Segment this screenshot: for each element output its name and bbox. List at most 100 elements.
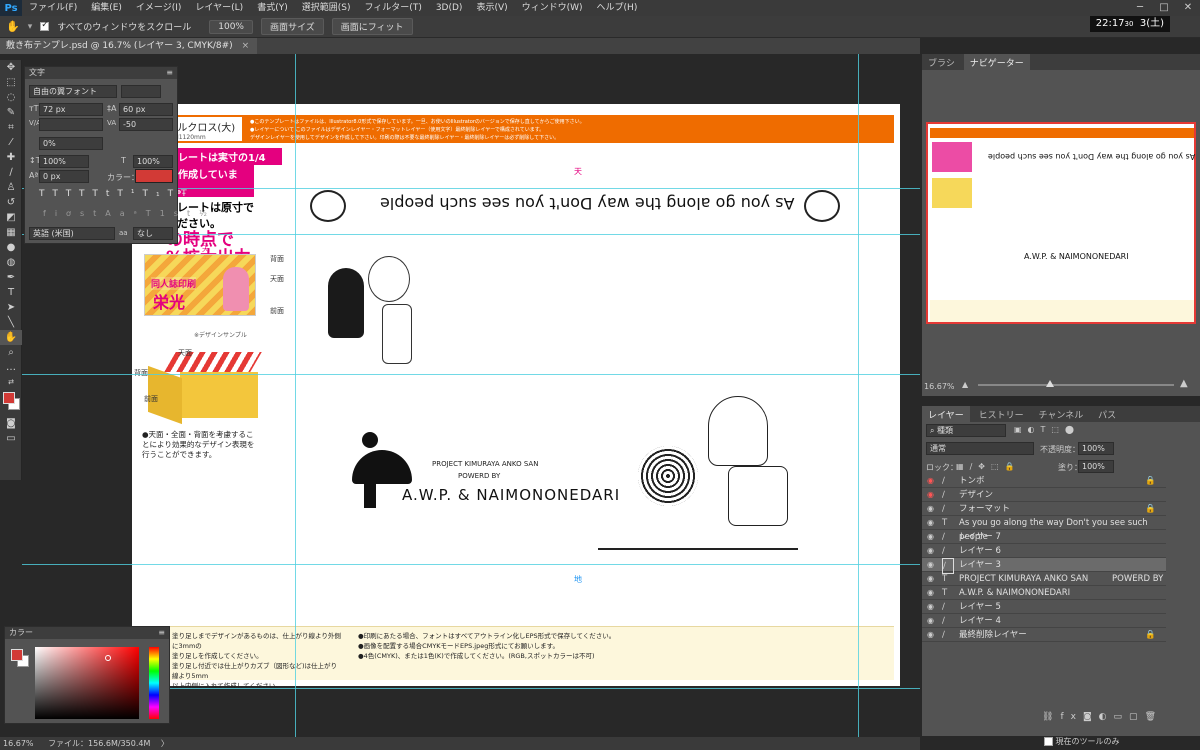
screen-size-button[interactable]: 画面サイズ (260, 18, 324, 35)
tab-layers[interactable]: レイヤー (922, 406, 970, 423)
foreground-color-swatch[interactable] (3, 392, 15, 404)
link-layers-icon[interactable]: ⛓ (1042, 712, 1060, 722)
minimize-icon[interactable]: ─ (1128, 0, 1152, 16)
menu-type[interactable]: 書式(Y) (250, 0, 295, 16)
menu-edit[interactable]: 編集(E) (84, 0, 129, 16)
pen-tool-icon[interactable]: ✒ (0, 270, 22, 285)
vertical-scale-input[interactable]: 100% (39, 155, 89, 168)
kerning-input[interactable] (39, 118, 103, 131)
layer-mask-icon[interactable]: ◙ (1083, 712, 1099, 722)
ornament-icon[interactable]: 1st (160, 209, 199, 218)
move-tool-icon[interactable]: ✥ (0, 60, 22, 75)
menu-file[interactable]: ファイル(F) (22, 0, 84, 16)
photoshop-logo[interactable]: Ps (0, 0, 22, 16)
layer-row[interactable]: ◉ ∕ レイヤー 5 (922, 600, 1166, 614)
visibility-eye-icon[interactable]: ◉ (927, 488, 939, 502)
layer-row-selected[interactable]: ◉ ∕ レイヤー 3 (922, 558, 1166, 574)
guide-horizontal[interactable] (22, 564, 920, 565)
layer-style-icon[interactable]: fx (1060, 712, 1083, 722)
document-tab[interactable]: 敷き布テンプレ.psd @ 16.7% (レイヤー 3, CMYK/8#) × (0, 38, 258, 54)
marquee-tool-icon[interactable]: ⬚ (0, 75, 22, 90)
layer-row[interactable]: ◉ ∕ デザイン (922, 488, 1166, 502)
language-select[interactable]: 英語 (米国) (29, 227, 115, 240)
half-icon[interactable]: ½ (199, 209, 216, 218)
close-tab-icon[interactable]: × (242, 41, 250, 51)
zoom-out-icon[interactable]: ▲ (962, 380, 972, 389)
layer-row[interactable]: ◉ ∕ トンボ 🔒 (922, 474, 1166, 488)
fill-input[interactable]: 100% (1078, 460, 1114, 473)
stamp-tool-icon[interactable]: ♙ (0, 180, 22, 195)
horizontal-scale-input[interactable]: 100% (133, 155, 173, 168)
current-tool-only-checkbox[interactable] (1044, 737, 1053, 746)
navigator-zoom-slider[interactable] (978, 380, 1174, 387)
lock-artboard-icon[interactable]: ⬚ (991, 462, 1005, 471)
hue-slider[interactable] (149, 647, 159, 719)
small-caps-icon[interactable]: Tt (92, 189, 117, 199)
character-panel-header[interactable]: 文字 ≡ (25, 67, 177, 79)
status-zoom[interactable]: 16.67% (3, 739, 34, 748)
crop-tool-icon[interactable]: ⌗ (0, 120, 22, 135)
subscript-icon[interactable]: T₁ (143, 189, 168, 199)
tab-paths[interactable]: パス (1092, 406, 1122, 423)
layer-row[interactable]: ◉ ∕ レイヤー 6 (922, 544, 1166, 558)
fit-screen-button[interactable]: 画面にフィット (331, 18, 413, 35)
visibility-eye-icon[interactable]: ◉ (927, 502, 939, 516)
faux-italic-icon[interactable]: T (52, 189, 65, 199)
line-tool-icon[interactable]: ╲ (0, 315, 22, 330)
menu-filter[interactable]: フィルター(T) (357, 0, 428, 16)
visibility-eye-icon[interactable]: ◉ (927, 600, 939, 614)
strikethrough-icon[interactable]: Ŧ (181, 189, 195, 199)
anti-alias-select[interactable]: なし (133, 227, 173, 240)
healing-tool-icon[interactable]: ✚ (0, 150, 22, 165)
zoom-tool-icon[interactable]: ⌕ (0, 345, 22, 360)
tab-brush[interactable]: ブラシ (922, 54, 961, 71)
gradient-tool-icon[interactable]: ▦ (0, 225, 22, 240)
lock-position-icon[interactable]: ✥ (978, 462, 991, 471)
more-tools-icon[interactable]: … (0, 360, 22, 375)
color-panel-header[interactable]: カラー ≡ (5, 627, 169, 639)
quick-select-tool-icon[interactable]: ✎ (0, 105, 22, 120)
baseline-input[interactable]: 0 px (39, 170, 89, 183)
close-icon[interactable]: ✕ (1176, 0, 1200, 16)
text-color-swatch[interactable] (135, 169, 173, 183)
visibility-eye-icon[interactable]: ◉ (927, 544, 939, 558)
adjustment-layer-icon[interactable]: ◐ (1099, 712, 1114, 722)
menu-layer[interactable]: レイヤー(L) (188, 0, 250, 16)
layer-row[interactable]: ◉ ∕ レイヤー 7 (922, 530, 1166, 544)
guide-vertical[interactable] (295, 54, 296, 737)
scroll-all-checkbox[interactable] (40, 20, 50, 31)
lock-transparent-icon[interactable]: ▦ (956, 462, 970, 471)
menu-view[interactable]: 表示(V) (469, 0, 514, 16)
screen-mode-icon[interactable]: ▭ (0, 431, 22, 446)
visibility-eye-icon[interactable]: ◉ (927, 628, 939, 642)
visibility-eye-icon[interactable]: ◉ (927, 572, 939, 586)
menu-image[interactable]: イメージ(I) (129, 0, 189, 16)
delete-layer-icon[interactable]: 🗑 (1145, 712, 1163, 722)
color-fg-swatch[interactable] (11, 649, 23, 661)
visibility-eye-icon[interactable]: ◉ (927, 516, 939, 530)
font-size-input[interactable]: 72 px (39, 103, 103, 116)
brush-tool-icon[interactable]: ∕ (0, 165, 22, 180)
layer-row[interactable]: ◉ ∕ フォーマット 🔒 (922, 502, 1166, 516)
layer-row[interactable]: ◉ ∕ レイヤー 4 (922, 614, 1166, 628)
type-tool-icon[interactable]: T (0, 285, 22, 300)
maximize-icon[interactable]: □ (1152, 0, 1176, 16)
font-family-select[interactable]: 自由の翼フォント (29, 85, 117, 98)
navigator-thumbnail[interactable]: As you go along the way Don't you see su… (926, 122, 1196, 324)
tab-history[interactable]: ヒストリー (973, 406, 1030, 423)
navigator-zoom-value[interactable]: 16.67% (924, 382, 955, 391)
layer-row[interactable]: ◉ T PROJECT KIMURAYA ANKO SAN POWERD BY (922, 572, 1166, 586)
layer-row[interactable]: ◉ T A.W.P. & NAIMONONEDARI (922, 586, 1166, 600)
layer-row[interactable]: ◉ ∕ 最終削除レイヤー 🔒 (922, 628, 1166, 642)
ligature-icon[interactable]: fi (43, 209, 66, 218)
lock-all-icon[interactable]: 🔒 (1005, 462, 1021, 471)
menu-window[interactable]: ウィンドウ(W) (515, 0, 590, 16)
history-brush-icon[interactable]: ↺ (0, 195, 22, 210)
opacity-input[interactable]: 100% (1078, 442, 1114, 455)
dodge-tool-icon[interactable]: ◍ (0, 255, 22, 270)
font-style-select[interactable] (121, 85, 161, 98)
color-picker-cursor[interactable] (105, 655, 111, 661)
swash-icon[interactable]: ơ (66, 209, 80, 218)
blur-tool-icon[interactable]: ● (0, 240, 22, 255)
leading-input[interactable]: 60 px (119, 103, 173, 116)
